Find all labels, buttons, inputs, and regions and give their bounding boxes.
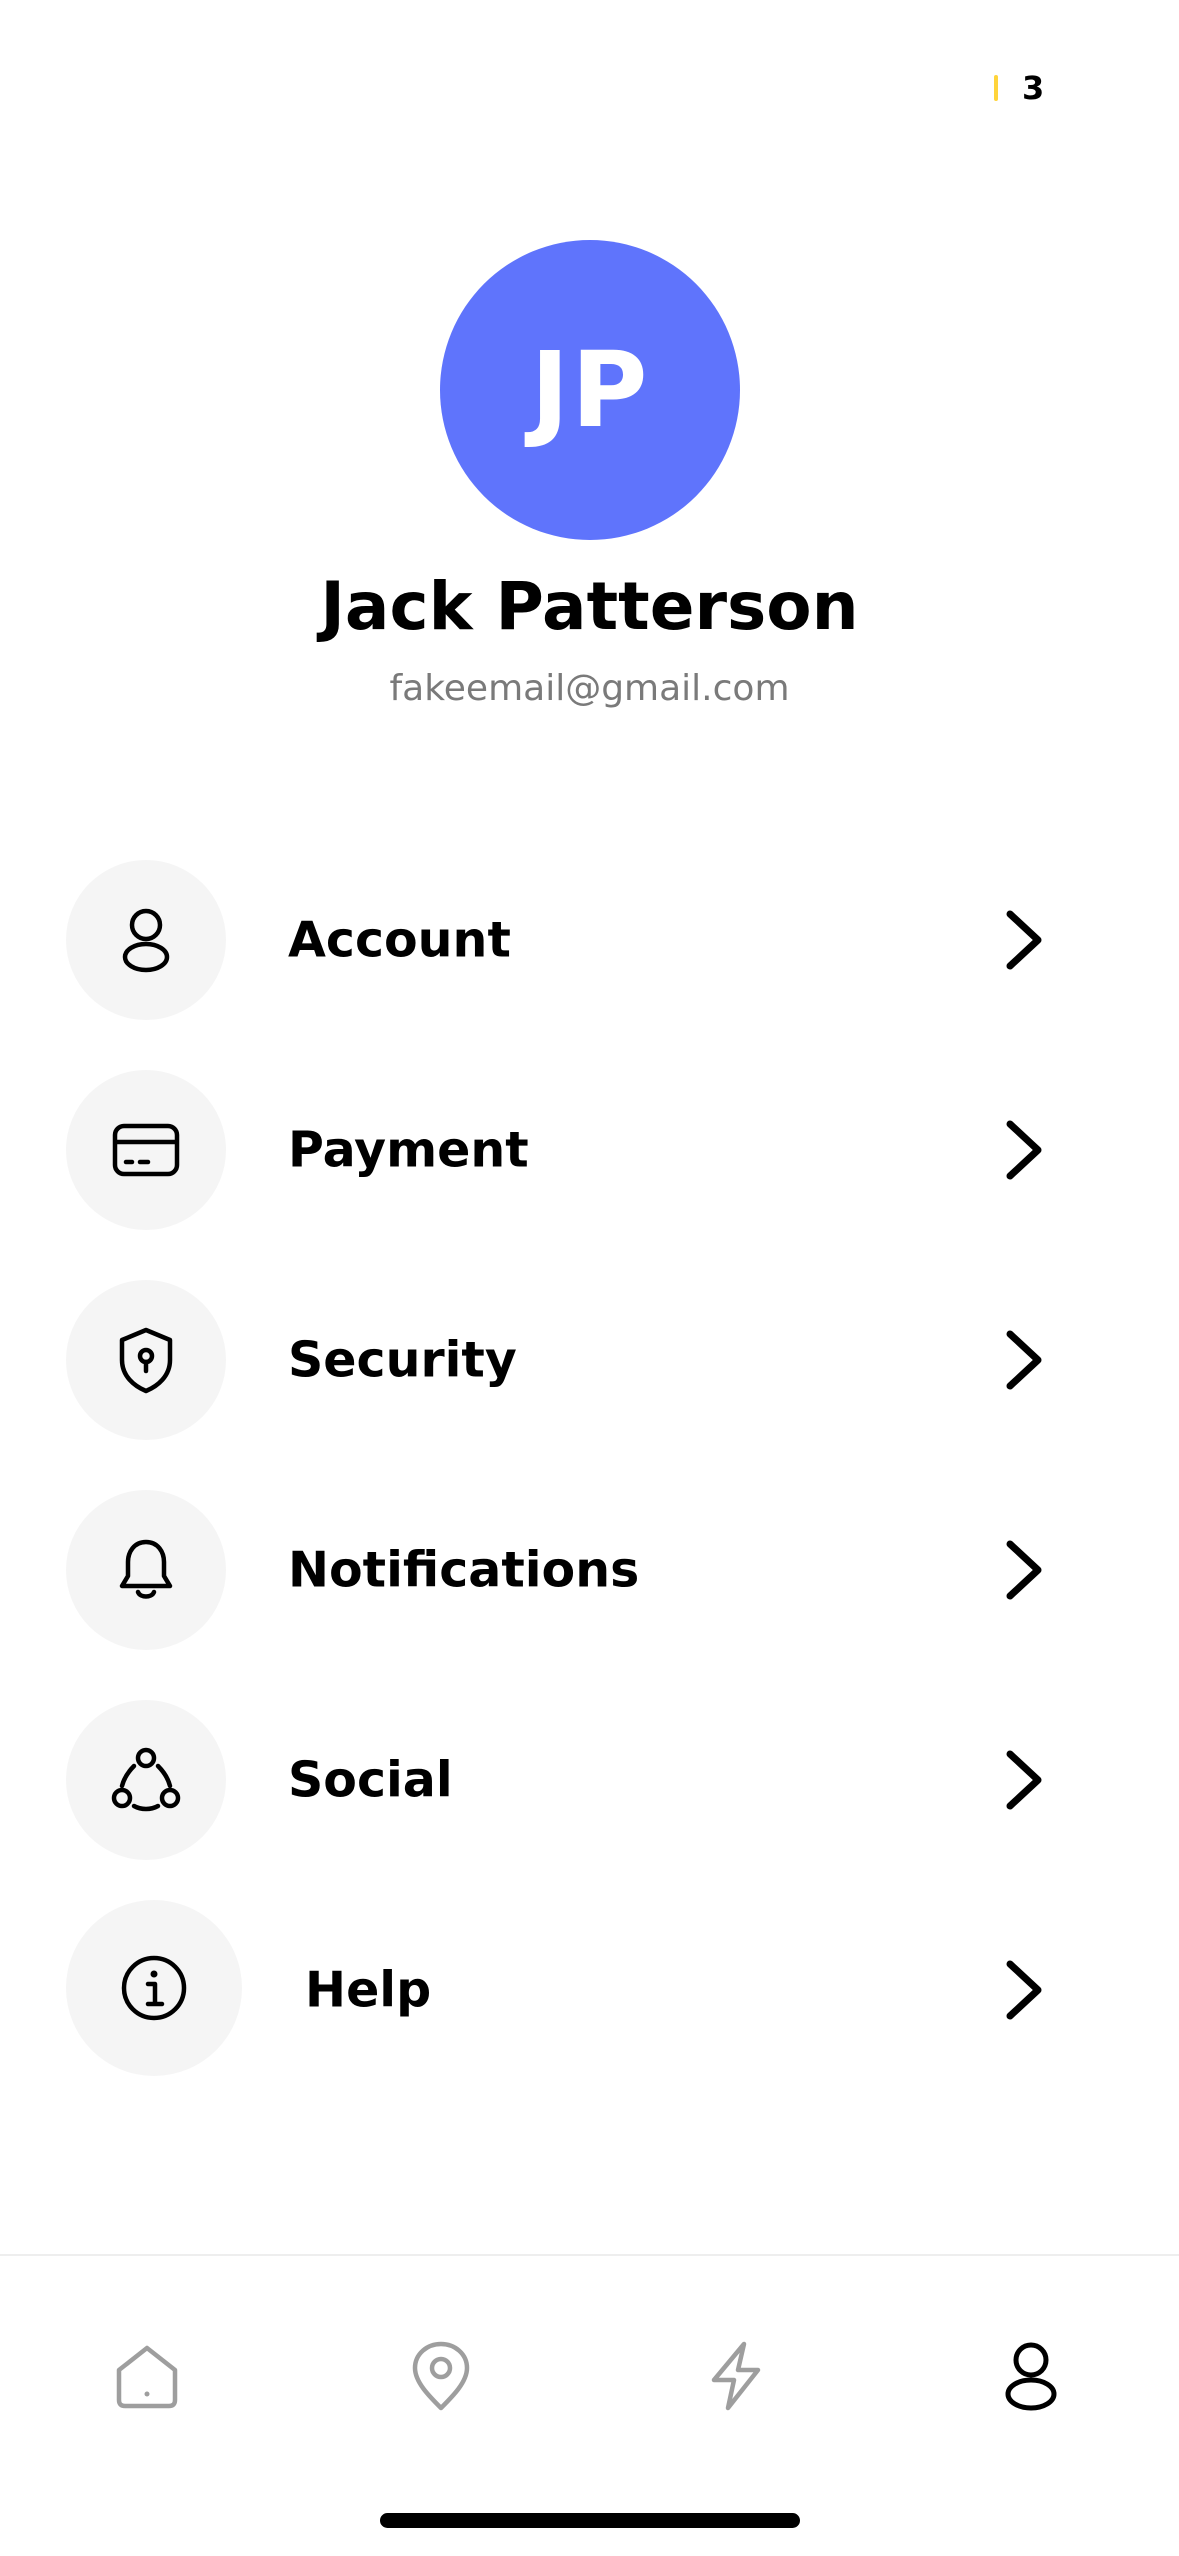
nav-tab-activity[interactable] [676, 2326, 796, 2426]
menu-label-notifications: Notifications [288, 1541, 640, 1599]
chevron-right-icon [1006, 1960, 1042, 2020]
social-network-icon [111, 1747, 181, 1812]
menu-icon-container [66, 1900, 242, 2076]
profile-name: Jack Patterson [320, 568, 859, 645]
chevron-right-icon [1006, 910, 1042, 970]
bell-icon [119, 1539, 173, 1599]
menu-icon-container [66, 860, 226, 1020]
menu-label-account: Account [288, 911, 511, 969]
nav-tab-home[interactable] [87, 2326, 207, 2426]
status-badge: 3 [1022, 69, 1045, 107]
status-bar-mark [994, 75, 998, 101]
chevron-right-icon [1006, 1540, 1042, 1600]
bottom-nav [0, 2256, 1179, 2466]
user-icon [1005, 2342, 1057, 2411]
menu-icon-container [66, 1490, 226, 1650]
menu-item-social[interactable]: Social [0, 1700, 1179, 1860]
status-indicator: 3 [994, 68, 1044, 108]
shield-lock-icon [119, 1327, 173, 1394]
map-pin-icon [412, 2341, 470, 2411]
profile-email: fakeemail@gmail.com [389, 668, 790, 709]
info-icon [121, 1955, 187, 2021]
menu-label-help: Help [288, 1961, 432, 2019]
avatar-initials: JP [530, 329, 650, 451]
chevron-right-icon [1006, 1120, 1042, 1180]
menu-item-payment[interactable]: Payment [0, 1070, 1179, 1230]
menu-item-account[interactable]: Account [0, 860, 1179, 1020]
menu-item-notifications[interactable]: Notifications [0, 1490, 1179, 1650]
menu-item-security[interactable]: Security [0, 1280, 1179, 1440]
menu-item-help[interactable]: Help [0, 1900, 1179, 2080]
menu-label-security: Security [288, 1331, 517, 1389]
nav-tab-location[interactable] [381, 2326, 501, 2426]
menu-icon-container [66, 1700, 226, 1860]
menu-icon-container [66, 1280, 226, 1440]
menu-label-social: Social [288, 1751, 453, 1809]
chevron-right-icon [1006, 1750, 1042, 1810]
profile-screen: 3 JP Jack Patterson fakeemail@gmail.com … [0, 0, 1179, 2556]
lightning-icon [711, 2341, 761, 2411]
menu-icon-container [66, 1070, 226, 1230]
avatar[interactable]: JP [440, 240, 740, 540]
home-icon [116, 2345, 178, 2409]
credit-card-icon [112, 1123, 180, 1177]
menu-label-payment: Payment [288, 1121, 529, 1179]
nav-tab-profile[interactable] [971, 2326, 1091, 2426]
chevron-right-icon [1006, 1330, 1042, 1390]
home-indicator[interactable] [380, 2513, 800, 2528]
user-icon [122, 908, 170, 973]
